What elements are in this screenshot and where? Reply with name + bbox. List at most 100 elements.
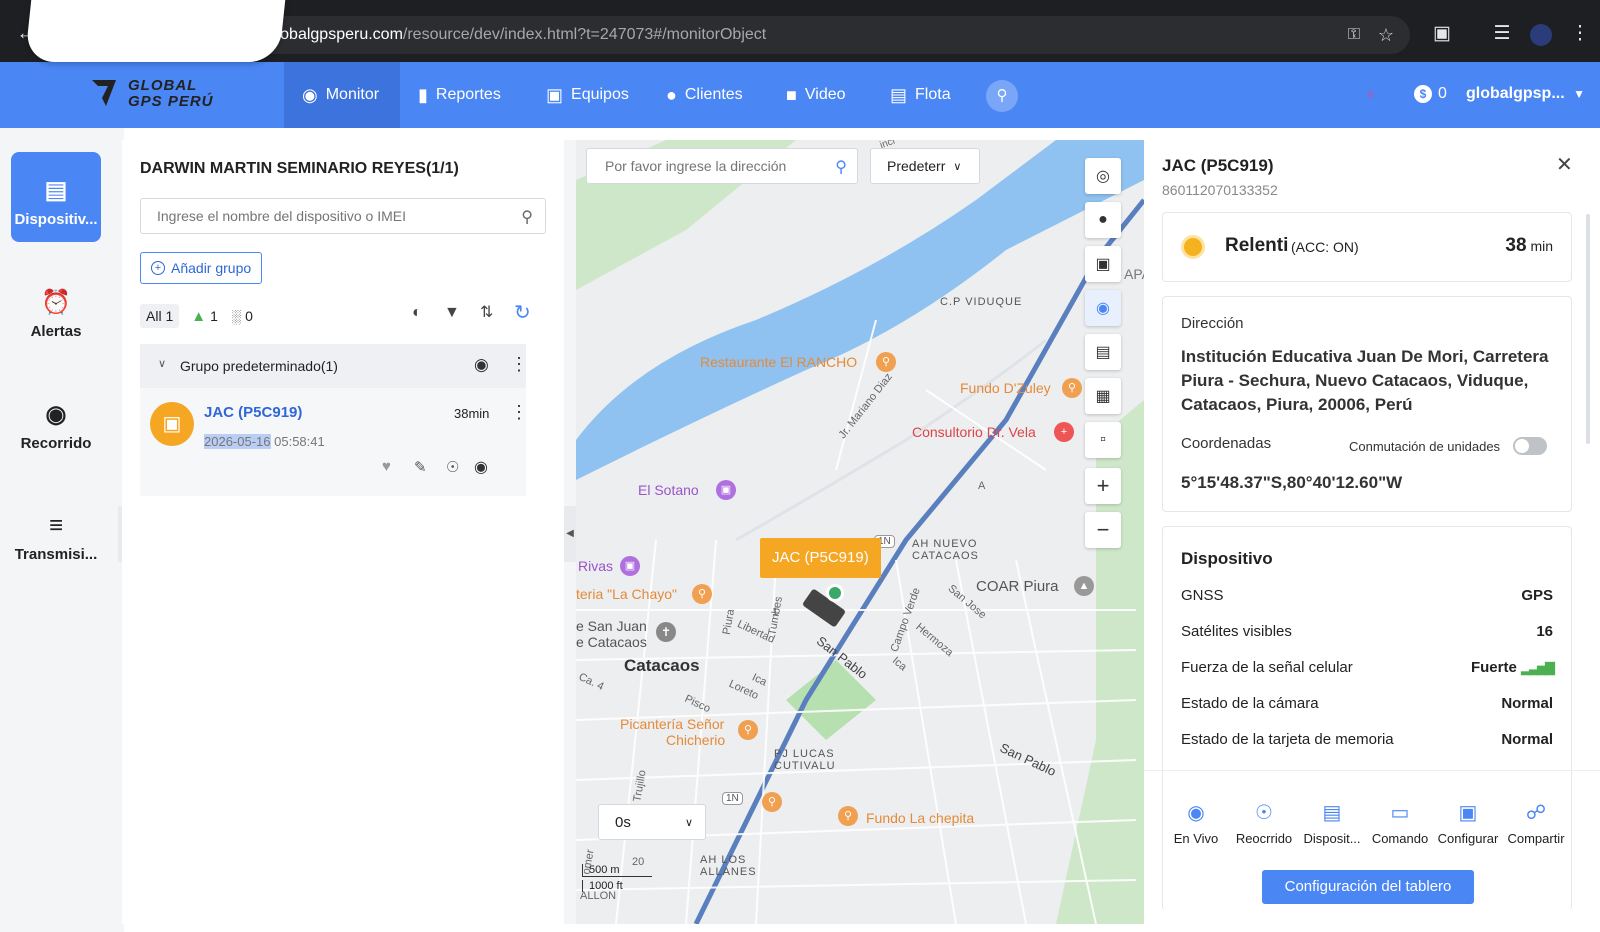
action-device[interactable]: ▤ Disposit...: [1298, 800, 1366, 846]
fullscreen-icon[interactable]: ▫: [1085, 422, 1121, 458]
map-type-icon[interactable]: ▦: [1085, 378, 1121, 414]
nav-clientes[interactable]: ● Clientes: [648, 62, 761, 128]
browser-menu-icon[interactable]: ⋮: [1568, 22, 1592, 46]
action-share[interactable]: ☍ Compartir: [1502, 800, 1570, 846]
favorite-heart-icon[interactable]: ♥: [382, 458, 391, 475]
divider: [1144, 770, 1600, 771]
device-date: 2026-05-16: [204, 434, 271, 449]
edit-icon[interactable]: ✎: [414, 458, 427, 476]
units-toggle-label: Conmutación de unidades: [1349, 439, 1501, 454]
detail-imei: 860112070133352: [1162, 182, 1278, 198]
locate-icon[interactable]: ◎: [1085, 158, 1121, 194]
search-icon[interactable]: ⚲: [521, 207, 533, 227]
device-search-input[interactable]: [141, 199, 545, 233]
more-vertical-icon[interactable]: ⋮: [510, 354, 528, 375]
filter-icon[interactable]: ▼: [444, 304, 460, 322]
scrollbar[interactable]: [1586, 214, 1590, 444]
eye-icon[interactable]: ◉: [474, 457, 488, 477]
measure-icon[interactable]: ▣: [1085, 246, 1121, 282]
bookmark-star-icon[interactable]: ☆: [1378, 25, 1394, 46]
device-search[interactable]: ⚲: [140, 198, 546, 234]
group-header[interactable]: ∨ Grupo predeterminado(1) ◉ ⋮: [140, 344, 528, 388]
refresh-icon[interactable]: ↻: [514, 300, 531, 325]
brand-line1: GLOBAL: [128, 77, 198, 94]
toolbox-icon[interactable]: ▤: [1085, 334, 1121, 370]
location-pin-icon: ◉: [302, 84, 318, 105]
map-label-fundo-dzuley: Fundo D'Zuley: [960, 380, 1051, 396]
restaurant-icon: ⚲: [738, 720, 758, 740]
status-duration-value: 38: [1505, 235, 1527, 256]
nav-clientes-label: Clientes: [684, 86, 743, 103]
key-icon[interactable]: ⚿: [1348, 26, 1360, 44]
coords-value[interactable]: 5°15'48.37"S,80°40'12.60"W: [1181, 473, 1402, 493]
address-bar[interactable]: ⚙ gpslive.globalgpsperu.com/resource/dev…: [174, 16, 1410, 54]
map-layer-select[interactable]: Predeterr ∨: [870, 148, 980, 184]
nav-video[interactable]: ■ Video: [768, 62, 864, 128]
share-icon: ☍: [1525, 802, 1547, 824]
coords-label: Coordenadas: [1181, 435, 1272, 452]
vehicle-map-label[interactable]: JAC (P5C919): [760, 538, 881, 578]
device-timestamp: 2026-05-16 05:58:41: [204, 434, 325, 449]
car-icon: ▤: [890, 84, 908, 105]
brand-logo[interactable]: [24, 0, 286, 62]
map-label-consultorio: Consultorio Dr. Vela: [912, 424, 1036, 440]
nav-reportes[interactable]: ▮ Reportes: [400, 62, 519, 128]
restaurant-icon: ⚲: [876, 352, 896, 372]
sidebar-item-dispositivos[interactable]: ▤ Dispositiv...: [11, 152, 101, 242]
user-menu[interactable]: globalgpsp... ▼: [1466, 85, 1585, 103]
nav-monitor-label: Monitor: [325, 86, 380, 103]
more-vertical-icon[interactable]: ⋮: [510, 402, 528, 423]
address-search-input[interactable]: [587, 149, 857, 183]
chevron-down-icon[interactable]: ∨: [158, 357, 166, 370]
balance[interactable]: $ 0: [1414, 85, 1447, 103]
track-pin-icon[interactable]: ☉: [446, 458, 459, 476]
zoom-in-icon[interactable]: +: [1085, 468, 1121, 504]
map-view[interactable]: ⚲ Predeterr ∨ ◎ ● ▣ ◉ ▤ ▦ ▫ + − incl APA…: [576, 140, 1144, 924]
extensions-icon[interactable]: ▣: [1430, 22, 1454, 46]
add-group-button[interactable]: + Añadir grupo: [140, 252, 263, 284]
collapse-panel-handle[interactable]: ◀: [564, 506, 576, 562]
playback-interval-select[interactable]: 0s ∨: [598, 804, 706, 840]
device-list-item[interactable]: ▣ JAC (P5C919) 38min ⋮ 2026-05-16 05:58:…: [140, 388, 528, 496]
map-label-apa: APA: [1124, 266, 1144, 282]
device-name[interactable]: JAC (P5C919): [204, 404, 302, 421]
moving-arrow-icon[interactable]: ▲: [191, 308, 206, 325]
map-address-search[interactable]: ⚲: [586, 148, 858, 184]
search-icon[interactable]: ⚲: [835, 157, 847, 177]
nav-search-icon[interactable]: ⚲: [986, 80, 1018, 112]
device-panel: DARWIN MARTIN SEMINARIO REYES(1/1) ⚲ + A…: [122, 140, 564, 924]
filter-all[interactable]: All 1: [140, 304, 180, 328]
dashboard-config-button[interactable]: Configuración del tablero: [1262, 870, 1474, 904]
sidebar-item-label: Alertas: [30, 323, 82, 340]
notification-bell-icon[interactable]: ♦: [1366, 84, 1375, 105]
close-icon[interactable]: ✕: [1556, 152, 1573, 177]
document-icon: ▤: [1322, 802, 1342, 824]
media-icon[interactable]: ☰: [1490, 22, 1514, 46]
sort-icon[interactable]: ⇅: [480, 302, 493, 322]
hide-icon[interactable]: ◐: [412, 304, 422, 322]
units-toggle[interactable]: [1513, 437, 1547, 455]
sidebar-item-alertas[interactable]: ⏰ Alertas: [11, 264, 101, 354]
action-route[interactable]: ☉ Reocrrido: [1230, 800, 1298, 846]
info-key: Fuerza de la señal celular: [1181, 658, 1353, 676]
nav-flota-label: Flota: [915, 86, 951, 103]
nav-flota[interactable]: ▤ Flota: [872, 62, 969, 128]
nav-equipos[interactable]: ▣ Equipos: [528, 62, 647, 128]
zoom-out-icon[interactable]: −: [1085, 512, 1121, 548]
eye-icon[interactable]: ◉: [474, 355, 489, 375]
sidebar-item-recorrido[interactable]: ◉ Recorrido: [11, 376, 101, 466]
side-navigation: ▤ Dispositiv... ⏰ Alertas ◉ Recorrido ≡ …: [0, 128, 112, 932]
action-command[interactable]: ▭ Comando: [1366, 800, 1434, 846]
car-icon: ▤: [44, 177, 68, 204]
person-pin-icon[interactable]: ●: [1085, 202, 1121, 238]
offline-signal-icon[interactable]: ░: [232, 309, 241, 324]
profile-avatar[interactable]: [1530, 24, 1552, 46]
nav-monitor[interactable]: ◉ Monitor: [284, 62, 400, 128]
action-configure[interactable]: ▣ Configurar: [1434, 800, 1502, 846]
map-label-coar: COAR Piura: [976, 578, 1059, 595]
action-label: Compartir: [1507, 831, 1565, 846]
map-label-cp-viduque: C.P VIDUQUE: [940, 296, 1023, 308]
sidebar-item-transmision[interactable]: ≡ Transmisi...: [11, 488, 101, 578]
follow-vehicle-icon[interactable]: ◉: [1085, 290, 1121, 326]
action-live[interactable]: ◉ En Vivo: [1162, 800, 1230, 846]
